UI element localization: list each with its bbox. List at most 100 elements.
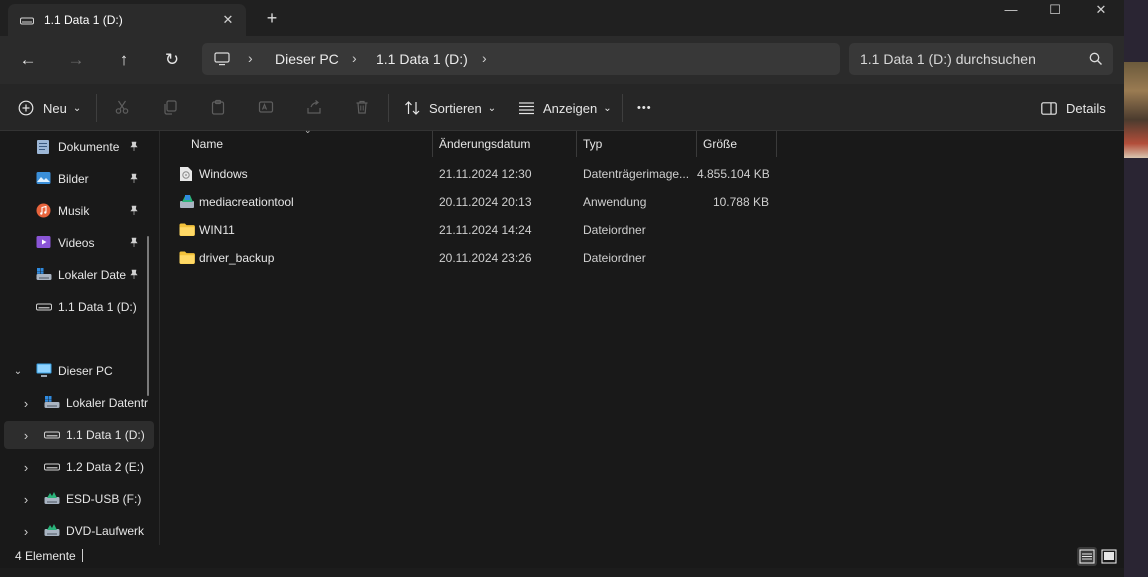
details-label: Details <box>1066 100 1106 116</box>
sidebar-item-drive-d[interactable]: › 1.1 Data 1 (D:) <box>4 421 154 449</box>
tab-title: 1.1 Data 1 (D:) <box>44 13 123 27</box>
table-row[interactable]: driver_backup 20.11.2024 23:26 Dateiordn… <box>161 244 1124 272</box>
table-row[interactable]: WIN11 21.11.2024 14:24 Dateiordner <box>161 216 1124 244</box>
copy-button[interactable] <box>162 96 178 120</box>
breadcrumb-separator[interactable]: › <box>248 50 253 66</box>
sidebar-item-label: Lokaler Datentr <box>58 268 126 282</box>
column-header-type[interactable]: Typ <box>583 131 602 157</box>
file-name: driver_backup <box>199 251 275 265</box>
sidebar-item-pictures[interactable]: Bilder <box>4 165 154 193</box>
details-button[interactable]: Details <box>1041 96 1106 120</box>
file-date: 21.11.2024 12:30 <box>439 167 532 181</box>
new-button[interactable]: Neu ⌄ <box>18 96 81 120</box>
sidebar-item-this-pc[interactable]: ⌄ Dieser PC <box>4 357 154 385</box>
details-view-button[interactable] <box>1077 547 1097 566</box>
file-date: 20.11.2024 20:13 <box>439 195 532 209</box>
navigation-pane: Dokumente Bilder Musik Videos Lokaler Da… <box>0 131 160 545</box>
new-tab-button[interactable]: + <box>262 8 282 28</box>
breadcrumb-separator[interactable]: › <box>352 50 357 66</box>
large-icons-view-button[interactable] <box>1099 547 1119 566</box>
column-header-name[interactable]: Name <box>191 131 223 157</box>
command-bar: Neu ⌄ Sortieren ⌄ Anzeigen ⌄ ••• Details <box>0 84 1124 131</box>
sidebar-item-videos[interactable]: Videos <box>4 229 154 257</box>
file-size <box>697 216 769 244</box>
close-button[interactable]: ✕ <box>1078 0 1124 22</box>
divider <box>96 94 97 122</box>
breadcrumb-drive[interactable]: 1.1 Data 1 (D:) <box>376 51 468 67</box>
dvd-drive-icon <box>44 523 60 539</box>
search-input[interactable]: 1.1 Data 1 (D:) durchsuchen <box>849 43 1113 75</box>
up-button[interactable]: ↑ <box>108 46 140 74</box>
chevron-right-icon[interactable]: › <box>20 428 32 443</box>
view-button[interactable]: Anzeigen ⌄ <box>518 96 612 120</box>
share-button[interactable] <box>306 96 322 120</box>
pin-icon <box>129 269 139 282</box>
table-row[interactable]: Windows 21.11.2024 12:30 Datenträgerimag… <box>161 160 1124 188</box>
chevron-right-icon[interactable]: › <box>20 524 32 539</box>
sidebar-item-documents[interactable]: Dokumente <box>4 133 154 161</box>
column-divider[interactable] <box>776 131 777 157</box>
sidebar-item-label: 1.1 Data 1 (D:) <box>58 300 137 314</box>
navigation-bar: ← → ↑ ↻ › Dieser PC › 1.1 Data 1 (D:) › … <box>0 36 1124 84</box>
tab-close-button[interactable]: ✕ <box>218 10 238 30</box>
chevron-down-icon: ⌄ <box>487 102 497 114</box>
refresh-button[interactable]: ↻ <box>156 46 188 74</box>
sidebar-item-label: Dieser PC <box>58 364 113 378</box>
breadcrumb-this-pc[interactable]: Dieser PC <box>275 51 339 67</box>
more-options-button[interactable]: ••• <box>637 96 652 120</box>
sidebar-item-label: Videos <box>58 236 95 250</box>
minimize-button[interactable]: — <box>988 0 1034 22</box>
divider <box>622 94 623 122</box>
table-row[interactable]: mediacreationtool 20.11.2024 20:13 Anwen… <box>161 188 1124 216</box>
sidebar-item-label: ESD-USB (F:) <box>66 492 142 506</box>
trash-icon <box>354 99 370 118</box>
sidebar-item-label: Dokumente <box>58 140 120 154</box>
sort-button[interactable]: Sortieren ⌄ <box>404 96 496 120</box>
tab-active[interactable]: 1.1 Data 1 (D:) ✕ <box>8 4 246 36</box>
computer-icon <box>214 52 230 69</box>
file-date: 20.11.2024 23:26 <box>439 251 532 265</box>
sidebar-item-local-disk-c[interactable]: › Lokaler Datentr <box>4 389 154 417</box>
chevron-right-icon[interactable]: › <box>20 492 32 507</box>
file-date: 21.11.2024 14:24 <box>439 223 532 237</box>
sidebar-item-drive-e[interactable]: › 1.2 Data 2 (E:) <box>4 453 154 481</box>
chevron-right-icon[interactable]: › <box>20 396 32 411</box>
new-label: Neu <box>43 100 67 116</box>
chevron-down-icon[interactable]: ⌄ <box>12 366 24 377</box>
breadcrumb-separator[interactable]: › <box>482 50 487 66</box>
column-divider[interactable] <box>432 131 433 157</box>
file-list: Name ⌄ Änderungsdatum Typ Größe Windows … <box>161 125 1124 545</box>
rename-button[interactable] <box>258 96 274 120</box>
sidebar-item-local-disk[interactable]: Lokaler Datentr <box>4 261 154 289</box>
file-size <box>697 244 769 272</box>
sidebar-item-label: Lokaler Datentr <box>66 396 149 410</box>
paste-button[interactable] <box>210 96 226 120</box>
folder-icon <box>179 251 195 267</box>
pin-icon <box>129 237 139 250</box>
maximize-button[interactable]: ☐ <box>1032 0 1078 22</box>
chevron-down-icon: ⌄ <box>72 102 82 114</box>
file-name: mediacreationtool <box>199 195 294 209</box>
divider <box>388 94 389 122</box>
sidebar-scrollbar[interactable] <box>147 236 149 396</box>
forward-button[interactable]: → <box>60 46 92 74</box>
column-header-date[interactable]: Änderungsdatum <box>439 131 530 157</box>
sidebar-item-music[interactable]: Musik <box>4 197 154 225</box>
search-icon <box>1089 52 1103 69</box>
folder-icon <box>179 223 195 239</box>
address-bar[interactable]: › Dieser PC › 1.1 Data 1 (D:) › <box>202 43 840 75</box>
column-divider[interactable] <box>576 131 577 157</box>
sidebar-item-usb-f[interactable]: › ESD-USB (F:) <box>4 485 154 513</box>
back-button[interactable]: ← <box>12 46 44 74</box>
file-size: 4.855.104 KB <box>697 167 769 181</box>
column-divider[interactable] <box>696 131 697 157</box>
sidebar-item-dvd[interactable]: › DVD-Laufwerk <box>4 517 154 545</box>
chevron-right-icon[interactable]: › <box>20 460 32 475</box>
local-disk-icon <box>36 267 52 283</box>
pin-icon <box>129 205 139 218</box>
cut-button[interactable] <box>114 96 130 120</box>
delete-button[interactable] <box>354 96 370 120</box>
sidebar-item-drive-d[interactable]: 1.1 Data 1 (D:) <box>4 293 154 321</box>
column-header-size[interactable]: Größe <box>703 131 737 157</box>
usb-drive-icon <box>44 491 60 507</box>
